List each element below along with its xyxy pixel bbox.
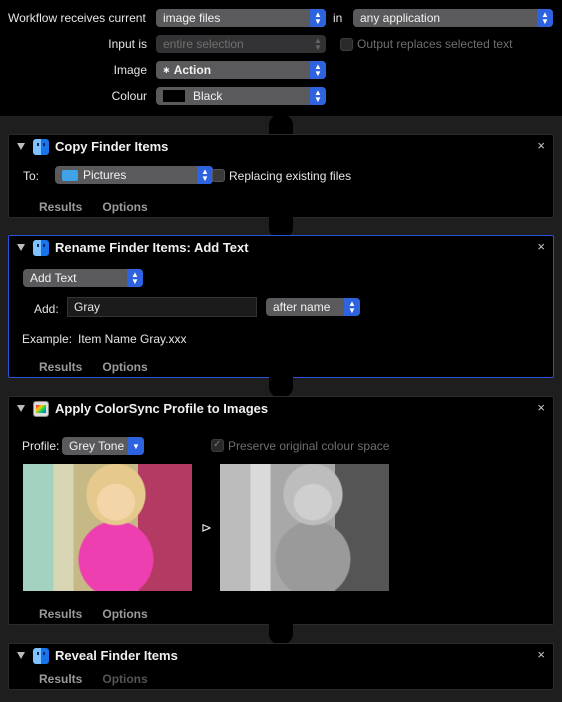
replacing-existing-checkbox[interactable] [212,169,225,182]
image-popup[interactable]: ✱ Action ▲ ▼ [156,61,326,79]
in-label: in [333,11,343,25]
chevron-updown-icon: ▲ ▼ [197,166,213,184]
folder-icon [62,169,78,181]
disclosure-triangle-icon[interactable] [17,652,25,659]
chevron-updown-icon: ▲ ▼ [127,269,143,287]
tab-options[interactable]: Options [102,360,147,374]
chevron-updown-icon: ▲ ▼ [310,9,326,27]
disclosure-triangle-icon[interactable] [17,405,25,412]
colour-label: Colour [111,89,147,103]
input-is-popup[interactable]: entire selection ▲ ▼ [156,35,326,53]
finder-icon [33,648,49,664]
preserve-colour-space-checkbox[interactable] [211,439,224,452]
add-text-value: Gray [74,300,101,314]
chevron-updown-icon: ▲ ▼ [310,87,326,105]
action-title: Copy Finder Items [55,139,169,154]
chevron-updown-icon: ▲ ▼ [314,36,322,52]
output-replaces-label: Output replaces selected text [357,37,513,51]
add-label: Add: [34,302,59,316]
action-connector [269,114,293,136]
original-image-preview [23,464,192,591]
to-folder-value: Pictures [83,168,127,182]
action-connector [269,623,293,645]
gear-icon: ✱ [163,65,170,75]
action-tabs: Results Options [39,607,168,621]
action-title: Rename Finder Items: Add Text [55,240,249,255]
close-icon[interactable]: × [537,400,545,415]
image-popup-value: Action [173,63,212,77]
action-connector [269,376,293,398]
close-icon[interactable]: × [537,138,545,153]
close-icon[interactable]: × [537,647,545,662]
profile-popup-value: Grey Tone [69,439,125,453]
preserve-colour-space-label: Preserve original colour space [228,439,390,453]
position-popup[interactable]: after name ▲ ▼ [266,298,360,316]
image-label: Image [113,63,147,77]
tab-options[interactable]: Options [102,607,147,621]
chevron-updown-icon: ▲ ▼ [344,298,360,316]
example-value: Item Name Gray.xxx [78,332,187,346]
to-folder-popup[interactable]: Pictures ▲ ▼ [55,166,213,184]
tab-results[interactable]: Results [39,360,82,374]
profile-label: Profile: [22,439,60,453]
tab-results[interactable]: Results [39,672,82,686]
application-popup[interactable]: any application ▲ ▼ [353,9,553,27]
disclosure-triangle-icon[interactable] [17,244,25,251]
receives-popup[interactable]: image files ▲ ▼ [156,9,326,27]
add-text-field[interactable]: Gray [67,297,257,317]
application-popup-value: any application [360,11,441,25]
close-icon[interactable]: × [537,239,545,254]
output-replaces-checkbox[interactable] [340,38,353,51]
position-popup-value: after name [273,300,331,314]
colour-popup[interactable]: Black ▲ ▼ [156,87,326,105]
action-title: Apply ColorSync Profile to Images [55,401,269,416]
receives-popup-value: image files [163,11,221,25]
disclosure-triangle-icon[interactable] [17,143,25,150]
colorsync-icon [33,401,49,417]
chevron-down-icon: ▼ [128,437,144,455]
input-is-popup-value: entire selection [163,37,244,51]
rename-mode-value: Add Text [30,271,77,285]
finder-icon [33,240,49,256]
colour-swatch [163,90,185,102]
tab-options[interactable]: Options [102,672,147,686]
rename-mode-popup[interactable]: Add Text ▲ ▼ [23,269,143,287]
finder-icon [33,139,49,155]
action-tabs: Results Options [39,360,168,374]
tab-results[interactable]: Results [39,607,82,621]
replacing-existing-label: Replacing existing files [229,169,352,183]
action-tabs: Results Options [39,672,168,686]
chevron-updown-icon: ▲ ▼ [537,9,553,27]
input-is-label: Input is [108,37,147,51]
tab-options[interactable]: Options [102,200,147,214]
action-reveal-finder-items[interactable]: Reveal Finder Items × Results Options [8,643,554,690]
action-copy-finder-items[interactable]: Copy Finder Items × To: Pictures ▲ ▼ Repl… [8,134,554,218]
arrow-right-icon: ⊳ [201,520,212,535]
action-title: Reveal Finder Items [55,648,178,663]
receives-label: Workflow receives current [8,11,146,25]
action-tabs: Results Options [39,200,168,214]
profile-popup[interactable]: Grey Tone ▼ [62,437,144,455]
action-rename-finder-items[interactable]: Rename Finder Items: Add Text × Add Text… [8,235,554,378]
to-label: To: [23,169,40,183]
example-label: Example: [22,332,73,346]
chevron-updown-icon: ▲ ▼ [310,61,326,79]
result-image-preview [220,464,389,591]
colour-popup-value: Black [193,89,223,103]
tab-results[interactable]: Results [39,200,82,214]
workflow-header: Workflow receives current image files ▲ ▼… [0,0,562,116]
action-apply-colorsync-profile[interactable]: Apply ColorSync Profile to Images × Prof… [8,396,554,625]
